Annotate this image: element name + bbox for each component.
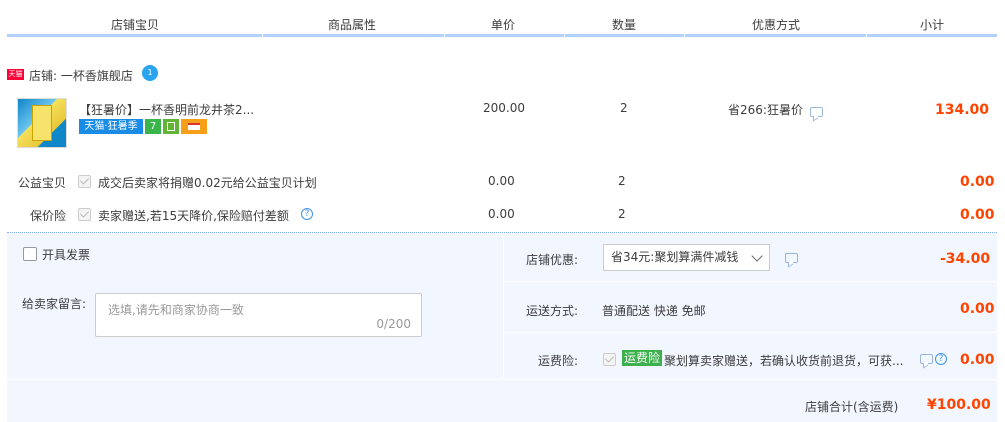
charity-label: 公益宝贝 xyxy=(18,176,67,190)
shipping-insurance-checkbox[interactable] xyxy=(603,353,616,366)
price-protection-checkbox[interactable] xyxy=(78,208,91,221)
header-divider xyxy=(7,34,997,37)
price-protection-label: 保价险 xyxy=(30,209,67,223)
message-textarea[interactable]: 选填,请先和商家协商一致 0/200 xyxy=(95,293,422,337)
price-protection-subtotal: 0.00 xyxy=(960,207,995,223)
tmall-shop-tag: 天猫 xyxy=(7,69,24,80)
header-sep xyxy=(866,34,867,37)
charity-qty: 2 xyxy=(618,174,626,188)
shipping-insurance-amount: 0.00 xyxy=(960,352,995,368)
col-header-attrs: 商品属性 xyxy=(328,18,377,32)
panel-divider xyxy=(7,379,997,380)
shipping-insurance-badge: 运费险 xyxy=(622,350,663,366)
product-subtotal: 134.00 xyxy=(935,102,990,118)
header-sep xyxy=(684,34,685,37)
panel-divider xyxy=(504,281,997,282)
wangwang-chat-icon[interactable]: 1 xyxy=(142,65,158,81)
shipping-amount: 0.00 xyxy=(960,301,995,317)
charity-text: 成交后卖家将捐赠0.02元给公益宝贝计划 xyxy=(98,176,317,190)
product-title[interactable]: 【狂暑价】一杯香明前龙井茶2... xyxy=(79,101,254,118)
message-placeholder: 选填,请先和商家协商一致 xyxy=(108,303,244,317)
col-header-qty: 数量 xyxy=(612,18,637,32)
message-char-count: 0/200 xyxy=(376,317,411,331)
shop-total-label: 店铺合计(含运费) xyxy=(805,400,899,414)
shop-discount-select[interactable]: 省34元:聚划算满件减钱 xyxy=(603,244,770,271)
discount-info-icon[interactable] xyxy=(785,253,798,263)
product-image[interactable] xyxy=(17,98,67,148)
header-sep xyxy=(262,34,263,37)
seven-day-return-badge: 7 xyxy=(145,119,161,134)
guarantee-badge xyxy=(163,119,179,134)
product-qty: 2 xyxy=(620,101,628,115)
col-header-shop-item: 店铺宝贝 xyxy=(111,18,160,32)
shop-total-amount: ¥100.00 xyxy=(927,397,991,413)
product-price: 200.00 xyxy=(483,101,525,115)
help-question-icon[interactable]: ? xyxy=(301,208,313,220)
price-protection-text: 卖家赠送,若15天降价,保险赔付差额 xyxy=(98,209,289,223)
credit-card-badge xyxy=(181,119,207,134)
shop-discount-selected: 省34元:聚划算满件减钱 xyxy=(611,250,739,264)
price-protection-price: 0.00 xyxy=(488,207,515,221)
chevron-down-icon xyxy=(751,250,763,262)
col-header-discount: 优惠方式 xyxy=(752,18,801,32)
shipping-value: 普通配送 快递 免邮 xyxy=(602,304,706,318)
shipping-label: 运送方式: xyxy=(526,304,579,318)
charity-checkbox[interactable] xyxy=(78,175,91,188)
charity-price: 0.00 xyxy=(488,174,515,188)
col-header-price: 单价 xyxy=(491,18,516,32)
message-label: 给卖家留言: xyxy=(22,297,87,311)
charity-subtotal: 0.00 xyxy=(960,174,995,190)
help-question-icon[interactable]: ? xyxy=(935,353,947,365)
product-discount: 省266:狂暑价 xyxy=(728,103,803,117)
header-sep xyxy=(564,34,565,37)
shop-name[interactable]: 店铺: 一杯香旗舰店 xyxy=(29,67,133,84)
shop-discount-amount: -34.00 xyxy=(940,251,991,267)
shipping-insurance-label: 运费险: xyxy=(538,354,579,368)
tmall-summer-badge: 天猫·狂暑季 xyxy=(79,119,143,134)
header-sep xyxy=(444,34,445,37)
invoice-checkbox[interactable] xyxy=(23,247,37,261)
panel-divider xyxy=(503,233,504,379)
price-protection-qty: 2 xyxy=(618,207,626,221)
chat-icon[interactable] xyxy=(920,354,933,364)
invoice-label[interactable]: 开具发票 xyxy=(42,246,90,263)
shop-discount-label: 店铺优惠: xyxy=(526,253,579,267)
discount-info-icon[interactable] xyxy=(810,107,823,117)
col-header-subtotal: 小计 xyxy=(920,18,945,32)
panel-divider xyxy=(504,332,997,333)
shipping-insurance-text: 聚划算卖家赠送，若确认收货前退货，可获... xyxy=(664,354,904,368)
